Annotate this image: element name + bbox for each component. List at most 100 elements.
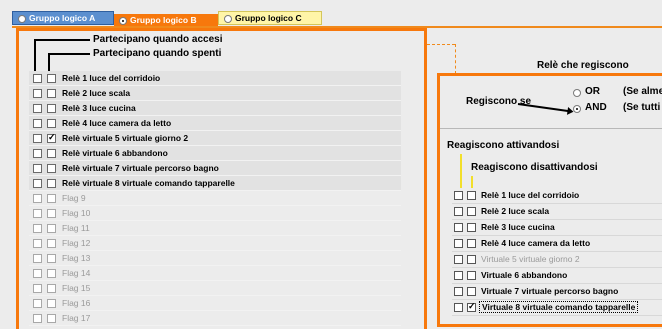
- accesi-checkbox[interactable]: [33, 89, 42, 98]
- reacting-row: Virtuale 8 virtuale comando tapparelle: [452, 300, 662, 316]
- reacting-row: Relè 3 luce cucina: [452, 220, 662, 236]
- participant-row: Relè virtuale 5 virtuale giorno 2: [29, 131, 401, 146]
- spenti-checkbox: [47, 209, 56, 218]
- spenti-checkbox[interactable]: [47, 104, 56, 113]
- reacting-label: Virtuale 5 virtuale giorno 2: [481, 254, 580, 264]
- participant-label: Flag 11: [62, 223, 90, 233]
- reacting-row: Relè 4 luce camera da letto: [452, 236, 662, 252]
- participant-row: Flag 12: [29, 236, 401, 251]
- or-radio-icon[interactable]: [573, 89, 581, 97]
- spenti-checkbox[interactable]: [47, 179, 56, 188]
- spenti-checkbox: [47, 284, 56, 293]
- accesi-checkbox[interactable]: [33, 104, 42, 113]
- participant-row: Relè virtuale 8 virtuale comando tappare…: [29, 176, 401, 191]
- participant-row: Relè virtuale 6 abbandono: [29, 146, 401, 161]
- accesi-checkbox: [33, 209, 42, 218]
- disattivandosi-checkbox[interactable]: [467, 255, 476, 264]
- tab-b-radio-icon[interactable]: [119, 17, 127, 25]
- participant-label: Flag 12: [62, 238, 91, 248]
- tab-a-radio-icon[interactable]: [18, 15, 26, 23]
- disattivandosi-checkbox[interactable]: [467, 301, 476, 312]
- option-and-label: AND: [585, 102, 607, 113]
- participant-row: Flag 13: [29, 251, 401, 266]
- reacting-label: Relè 1 luce del corridoio: [481, 190, 580, 200]
- accesi-checkbox: [33, 224, 42, 233]
- reacting-row: Relè 1 luce del corridoio: [452, 188, 662, 204]
- reacting-label: Relè 4 luce camera da letto: [481, 238, 591, 248]
- attivandosi-checkbox[interactable]: [454, 207, 463, 216]
- option-or[interactable]: OR: [573, 86, 600, 97]
- spenti-checkbox[interactable]: [47, 74, 56, 83]
- accesi-checkbox[interactable]: [33, 134, 42, 143]
- participants-list: Relè 1 luce del corridoio Relè 2 luce sca…: [29, 71, 401, 326]
- attivandosi-checkbox[interactable]: [454, 255, 463, 264]
- participant-row: Relè 4 luce camera da letto: [29, 116, 401, 131]
- reacting-list: Relè 1 luce del corridoio Relè 2 luce sca…: [452, 188, 662, 316]
- participant-row: Relè 3 luce cucina: [29, 101, 401, 116]
- participant-label: Relè 4 luce camera da letto: [62, 118, 172, 128]
- tab-gruppo-c[interactable]: Gruppo logico C: [218, 11, 322, 25]
- attivandosi-checkbox[interactable]: [454, 223, 463, 232]
- tab-c-radio-icon[interactable]: [224, 15, 232, 23]
- disattivandosi-checkbox[interactable]: [467, 191, 476, 200]
- reacting-label: Relè 3 luce cucina: [481, 222, 555, 232]
- reacting-label: Virtuale 7 virtuale percorso bagno: [481, 286, 619, 296]
- participant-row: Flag 17: [29, 311, 401, 326]
- option-and[interactable]: AND: [573, 102, 607, 113]
- spenti-checkbox[interactable]: [47, 119, 56, 128]
- header-spenti: Partecipano quando spenti: [93, 48, 222, 59]
- accesi-checkbox: [33, 299, 42, 308]
- participant-row: Flag 11: [29, 221, 401, 236]
- attivandosi-checkbox[interactable]: [454, 239, 463, 248]
- accesi-checkbox: [33, 194, 42, 203]
- participant-row: Flag 10: [29, 206, 401, 221]
- participant-row: Flag 15: [29, 281, 401, 296]
- spenti-checkbox: [47, 254, 56, 263]
- participant-label: Flag 14: [62, 268, 91, 278]
- accesi-checkbox[interactable]: [33, 149, 42, 158]
- accesi-checkbox[interactable]: [33, 179, 42, 188]
- participant-row: Flag 14: [29, 266, 401, 281]
- participant-label: Flag 9: [62, 193, 86, 203]
- tab-c-label: Gruppo logico C: [235, 13, 302, 23]
- disattivandosi-checkbox[interactable]: [467, 271, 476, 280]
- spenti-checkbox: [47, 194, 56, 203]
- attivandosi-checkbox[interactable]: [454, 191, 463, 200]
- spenti-checkbox[interactable]: [47, 132, 56, 143]
- accesi-checkbox[interactable]: [33, 119, 42, 128]
- disattivandosi-checkbox[interactable]: [467, 239, 476, 248]
- header-accesi: Partecipano quando accesi: [93, 34, 223, 45]
- tab-gruppo-a[interactable]: Gruppo logico A: [12, 11, 114, 25]
- spenti-checkbox: [47, 314, 56, 323]
- and-radio-icon[interactable]: [573, 105, 581, 113]
- reacting-row: Virtuale 5 virtuale giorno 2: [452, 252, 662, 268]
- reacting-row: Relè 2 luce scala: [452, 204, 662, 220]
- attivandosi-checkbox[interactable]: [454, 287, 463, 296]
- accesi-checkbox[interactable]: [33, 164, 42, 173]
- reacting-label: Relè 2 luce scala: [481, 206, 550, 216]
- participant-row: Flag 16: [29, 296, 401, 311]
- attivandosi-checkbox[interactable]: [454, 271, 463, 280]
- participant-label: Relè virtuale 8 virtuale comando tappare…: [62, 178, 235, 188]
- reacting-row: Virtuale 6 abbandono: [452, 268, 662, 284]
- reacting-panel: Regiscono se OR AND (Se alme (Se tutti R…: [437, 73, 662, 327]
- spenti-checkbox[interactable]: [47, 89, 56, 98]
- spenti-checkbox: [47, 239, 56, 248]
- participant-label: Relè 1 luce del corridoio: [62, 73, 161, 83]
- spenti-checkbox[interactable]: [47, 149, 56, 158]
- connector-line-vertical: [455, 44, 456, 74]
- disattivandosi-checkbox[interactable]: [467, 207, 476, 216]
- participant-label: Flag 13: [62, 253, 91, 263]
- header-attivandosi: Reagiscono attivandosi: [447, 140, 560, 151]
- accesi-checkbox[interactable]: [33, 74, 42, 83]
- option-or-label: OR: [585, 86, 600, 97]
- participant-row: Relè virtuale 7 virtuale percorso bagno: [29, 161, 401, 176]
- attivandosi-checkbox[interactable]: [454, 303, 463, 312]
- spenti-checkbox[interactable]: [47, 164, 56, 173]
- spenti-bracket: [48, 53, 90, 71]
- participant-label: Relè 2 luce scala: [62, 88, 131, 98]
- disattivandosi-checkbox[interactable]: [467, 287, 476, 296]
- accesi-checkbox: [33, 269, 42, 278]
- participant-label: Flag 17: [62, 313, 91, 323]
- disattivandosi-checkbox[interactable]: [467, 223, 476, 232]
